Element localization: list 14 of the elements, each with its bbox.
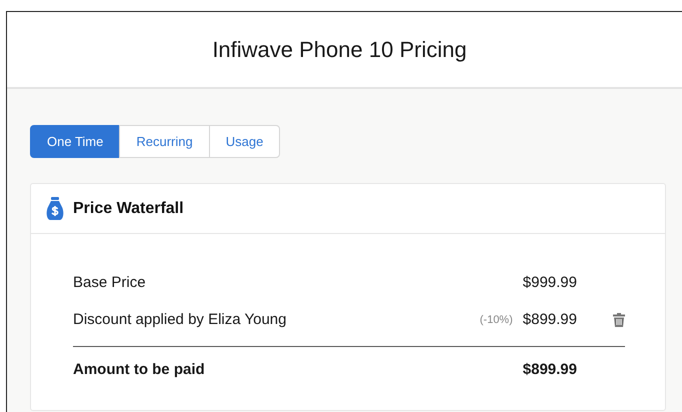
total-label: Amount to be paid	[73, 361, 206, 378]
row-label: Base Price	[73, 274, 147, 291]
card-title: Price Waterfall	[73, 200, 184, 218]
row-label: Discount applied by Eliza Young	[73, 311, 288, 328]
price-value: $899.99	[522, 311, 577, 328]
total-price: $899.99	[522, 361, 577, 378]
tab[interactable]: Recurring	[119, 125, 210, 158]
discount-percent: (-10%)	[480, 314, 513, 326]
tab[interactable]: One Time	[30, 125, 120, 158]
window-title: Infiwave Phone 10 Pricing	[212, 36, 467, 62]
money-bag-icon	[46, 196, 64, 220]
delete-button[interactable]	[613, 312, 625, 326]
tab[interactable]: Usage	[208, 125, 280, 158]
price-value: $999.99	[522, 274, 577, 291]
